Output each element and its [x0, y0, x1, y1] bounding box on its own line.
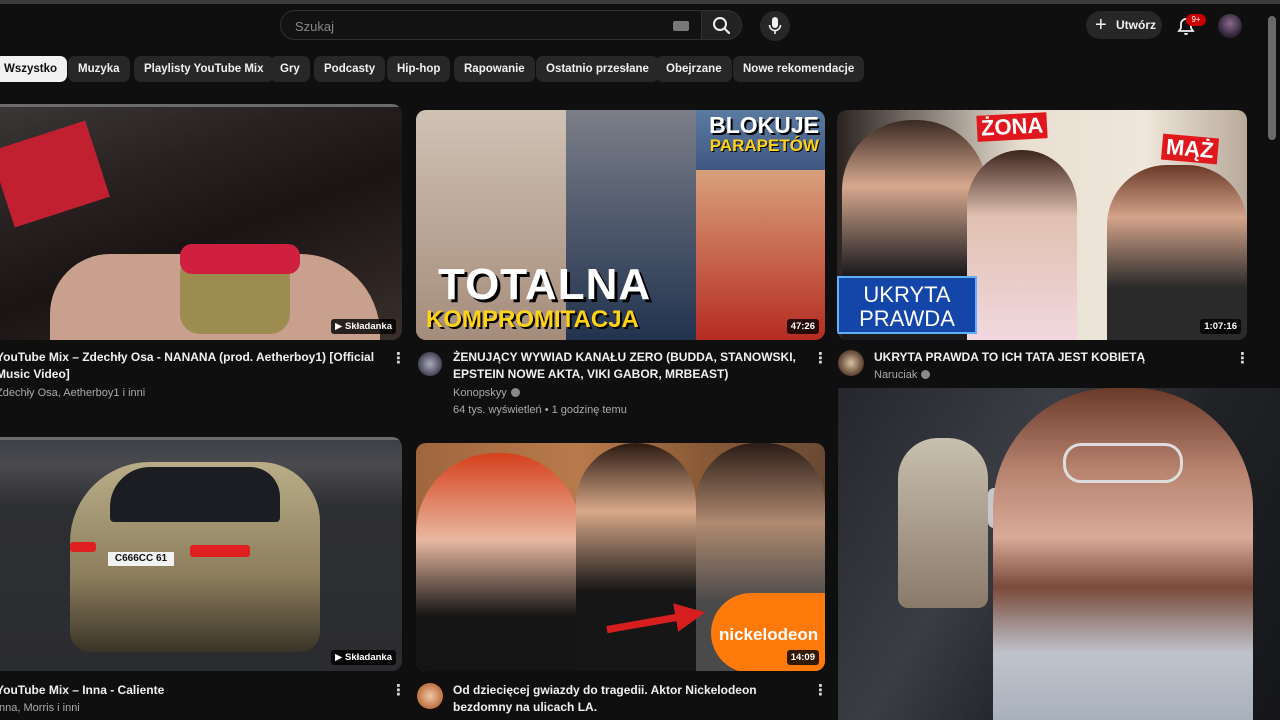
video-thumbnail[interactable]: BLOKUJE PARAPETÓW TOTALNA KOMPROMITACJA …: [416, 110, 825, 340]
plus-icon: +: [1095, 14, 1107, 36]
thumb-text-top2: PARAPETÓW: [709, 136, 819, 155]
person-shape: [993, 388, 1253, 720]
microphone-icon: [768, 17, 782, 34]
video-stats: 64 tys. wyświetleń • 1 godzinę temu: [453, 404, 627, 416]
video-title[interactable]: YouTube Mix – Inna - Caliente: [0, 682, 380, 699]
search-icon: [713, 17, 731, 35]
video-thumbnail[interactable]: nickelodeon 14:09: [416, 443, 825, 671]
video-title[interactable]: Od dziecięcej gwiazdy do tragedii. Aktor…: [453, 682, 803, 716]
search-box[interactable]: [280, 10, 702, 41]
chip-music[interactable]: Muzyka: [68, 56, 130, 82]
chip-watched[interactable]: Obejrzane: [656, 56, 732, 82]
more-options-icon[interactable]: ⋮: [391, 683, 406, 699]
watch-progress-bar: [0, 104, 402, 107]
thumb-text-top: BLOKUJE: [709, 112, 819, 138]
chip-new-recommendations[interactable]: Nowe rekomendacje: [733, 56, 865, 82]
verified-icon: [510, 388, 520, 397]
glasses-shape: [1063, 443, 1183, 483]
tail-light-right: [190, 545, 250, 557]
video-duration: 1:07:16: [1200, 319, 1241, 334]
car-window-shape: [110, 467, 280, 522]
show-logo-line1: UKRYTA: [863, 282, 951, 307]
chip-hiphop[interactable]: Hip-hop: [387, 56, 451, 82]
video-title[interactable]: UKRYTA PRAWDA TO ICH TATA JEST KOBIETĄ: [874, 349, 1224, 366]
more-options-icon[interactable]: ⋮: [391, 351, 406, 367]
nickelodeon-logo-text: nickelodeon: [719, 625, 819, 644]
video-thumbnail[interactable]: C666CC 61 ▶ Składanka: [0, 437, 402, 671]
chip-games[interactable]: Gry: [270, 56, 310, 82]
more-options-icon[interactable]: ⋮: [813, 683, 828, 699]
notification-count-badge: 9+: [1186, 14, 1206, 26]
search-input[interactable]: [293, 11, 667, 41]
chip-recently-uploaded[interactable]: Ostatnio przesłane: [536, 56, 659, 82]
voice-search-button[interactable]: [760, 11, 790, 41]
channel-avatar[interactable]: [418, 352, 442, 376]
playlist-badge-label: Składanka: [345, 321, 392, 332]
watch-progress-bar: [0, 437, 402, 440]
video-title[interactable]: ŻENUJĄCY WYWIAD KANAŁU ZERO (BUDDA, STAN…: [453, 349, 803, 383]
channel-name[interactable]: Konopskyy: [453, 387, 507, 399]
create-label: Utwórz: [1116, 18, 1156, 32]
person-center-shape: [576, 443, 696, 671]
video-duration: 47:26: [786, 319, 819, 334]
person-left-shape: [416, 453, 581, 671]
scrollbar[interactable]: [1268, 16, 1276, 140]
video-thumbnail[interactable]: ŻONA MĄŻ UKRYTA PRAWDA 1:07:16: [837, 110, 1247, 340]
playlist-badge-label: Składanka: [345, 652, 392, 663]
chip-all[interactable]: Wszystko: [0, 56, 68, 82]
account-avatar[interactable]: [1218, 14, 1242, 38]
channel-avatar[interactable]: [417, 683, 443, 709]
top-border: [0, 0, 1280, 4]
figurine-shape: [898, 438, 988, 608]
headband-shape: [180, 244, 300, 274]
channel-avatar[interactable]: [838, 350, 864, 376]
video-duration: 14:09: [786, 650, 819, 665]
chip-rap[interactable]: Rapowanie: [454, 56, 535, 82]
channel-name[interactable]: Zdechły Osa, Aetherboy1 i inni: [0, 385, 145, 401]
red-flag-shape: [0, 120, 110, 228]
person-right-shape: [696, 170, 825, 340]
thumb-text-sub: KOMPROMITACJA: [426, 306, 639, 333]
chip-podcasts[interactable]: Podcasty: [314, 56, 386, 82]
verified-icon: [921, 370, 931, 379]
more-options-icon[interactable]: ⋮: [813, 351, 828, 367]
channel-name-row: Naruciak: [874, 367, 931, 383]
thumb-label-wife: ŻONA: [976, 112, 1048, 142]
video-title[interactable]: YouTube Mix – Zdechły Osa - NANANA (prod…: [0, 349, 380, 383]
more-options-icon[interactable]: ⋮: [1235, 351, 1250, 367]
channel-name[interactable]: Naruciak: [874, 369, 917, 381]
webcam-overlay: [838, 388, 1280, 720]
playlist-badge: ▶ Składanka: [331, 319, 396, 334]
thumb-label-husband: MĄŻ: [1160, 133, 1219, 165]
show-logo-line2: PRAWDA: [859, 306, 955, 331]
video-thumbnail[interactable]: ▶ Składanka: [0, 104, 402, 340]
playlist-badge: ▶ Składanka: [331, 650, 396, 665]
tail-light-left: [70, 542, 96, 552]
show-logo: UKRYTA PRAWDA: [837, 276, 977, 334]
chip-youtube-mix[interactable]: Playlisty YouTube Mix: [134, 56, 274, 82]
thumb-text-main: TOTALNA: [438, 260, 652, 309]
create-button[interactable]: + Utwórz: [1086, 11, 1162, 39]
channel-name-row: Konopskyy: [453, 385, 520, 401]
license-plate: C666CC 61: [108, 552, 174, 566]
search-button[interactable]: [702, 10, 742, 40]
person-man-shape: [1107, 165, 1247, 340]
keyboard-icon[interactable]: [673, 21, 689, 31]
channel-name[interactable]: Inna, Morris i inni: [0, 700, 80, 716]
person-woman-shape: [967, 150, 1077, 340]
